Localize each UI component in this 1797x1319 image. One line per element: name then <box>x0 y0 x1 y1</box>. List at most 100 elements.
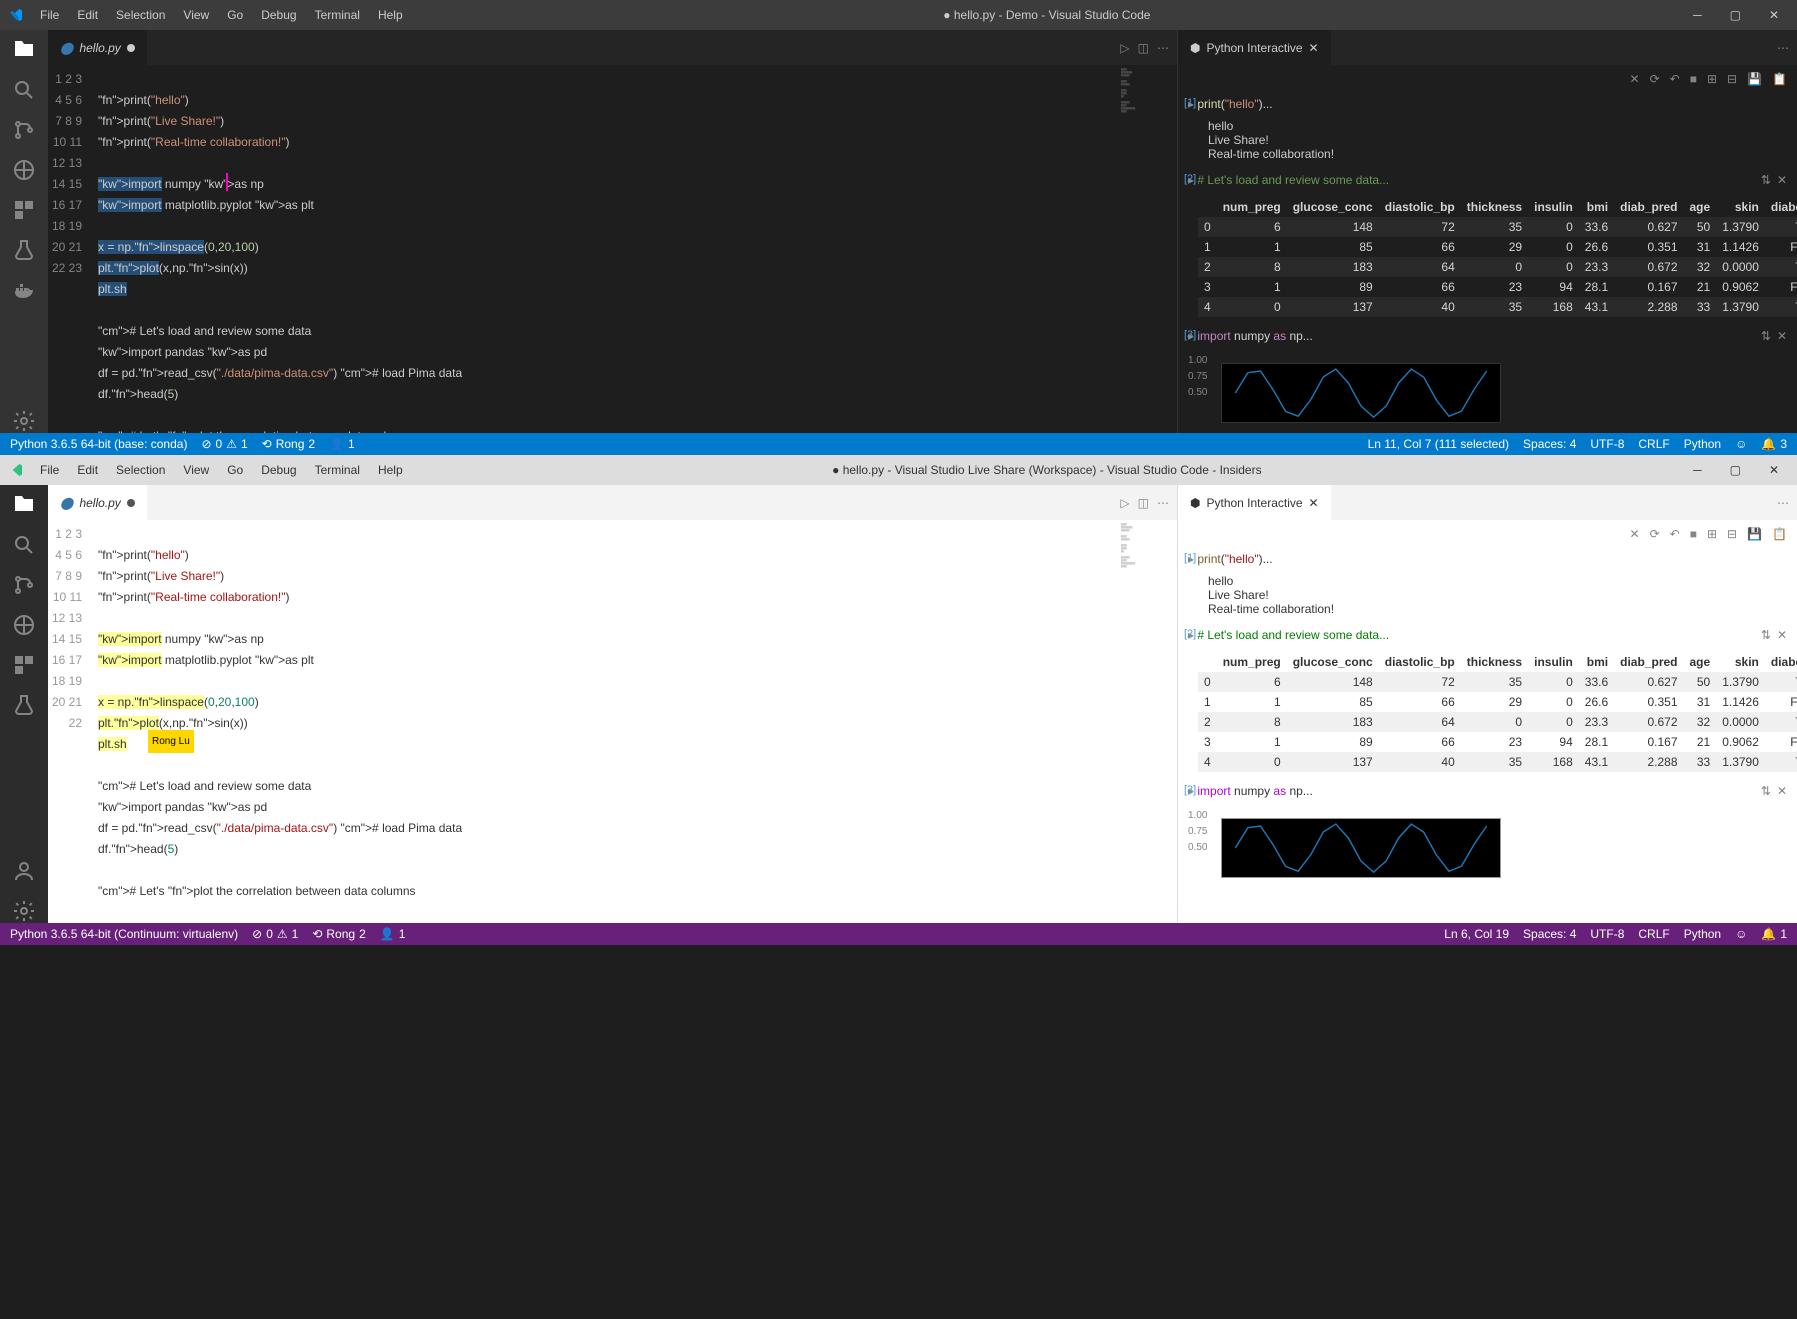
docker-icon[interactable] <box>12 278 36 302</box>
close-button[interactable]: ✕ <box>1759 459 1789 481</box>
extensions-icon[interactable] <box>12 198 36 222</box>
status-participants[interactable]: 👤 1 <box>380 927 406 941</box>
status-spaces[interactable]: Spaces: 4 <box>1523 927 1576 941</box>
status-cursor[interactable]: Ln 11, Col 7 (111 selected) <box>1368 437 1509 451</box>
search-icon[interactable] <box>12 533 36 557</box>
minimize-button[interactable]: ─ <box>1683 4 1712 26</box>
run-cell-icon[interactable]: ▷ <box>1120 496 1129 510</box>
code-editor[interactable]: 1 2 3 4 5 6 7 8 9 10 11 12 13 14 15 16 1… <box>48 520 1177 923</box>
tab-hello-py[interactable]: ⬤ hello.py <box>48 30 147 65</box>
minimap[interactable]: ████████████████████████████████████████… <box>1117 65 1177 433</box>
menu-go[interactable]: Go <box>219 4 251 26</box>
settings-icon[interactable] <box>12 899 36 923</box>
status-feedback-icon[interactable]: ☺ <box>1735 927 1747 941</box>
status-encoding[interactable]: UTF-8 <box>1590 437 1624 451</box>
interactive-body[interactable]: [1]▸ print("hello")...hello Live Share! … <box>1178 548 1797 923</box>
more-icon[interactable]: ⋯ <box>1157 496 1169 510</box>
code-content[interactable]: "fn">print("hello") "fn">print("Live Sha… <box>98 520 1117 923</box>
menu-debug[interactable]: Debug <box>253 459 304 481</box>
restart-icon[interactable]: ⟳ <box>1650 527 1660 541</box>
maximize-button[interactable]: ▢ <box>1720 459 1751 481</box>
explorer-icon[interactable] <box>12 38 36 62</box>
tab-python-interactive[interactable]: ⬢ Python Interactive ✕ <box>1178 485 1331 520</box>
code-content[interactable]: "fn">print("hello") "fn">print("Live Sha… <box>98 65 1117 433</box>
expand-icon[interactable]: ⊞ <box>1707 72 1717 86</box>
cancel-icon[interactable]: ✕ <box>1630 72 1640 86</box>
status-participants[interactable]: 👤 1 <box>329 437 355 451</box>
extensions-icon[interactable] <box>12 653 36 677</box>
tab-hello-py[interactable]: ⬤ hello.py <box>48 485 147 520</box>
accounts-icon[interactable] <box>12 859 36 883</box>
save-icon[interactable]: 💾 <box>1747 72 1762 86</box>
close-tab-icon[interactable]: ✕ <box>1309 496 1319 510</box>
menu-debug[interactable]: Debug <box>253 4 304 26</box>
editor-tabs: ⬤ hello.py ▷ ◫ ⋯ <box>48 485 1177 520</box>
export-icon[interactable]: 📋 <box>1772 527 1787 541</box>
more-icon[interactable]: ⋯ <box>1777 41 1789 55</box>
status-feedback-icon[interactable]: ☺ <box>1735 437 1747 451</box>
menu-edit[interactable]: Edit <box>69 459 106 481</box>
interrupt-icon[interactable]: ■ <box>1690 527 1697 541</box>
status-eol[interactable]: CRLF <box>1638 437 1669 451</box>
menu-terminal[interactable]: Terminal <box>307 459 368 481</box>
minimize-button[interactable]: ─ <box>1683 459 1712 481</box>
settings-icon[interactable] <box>12 409 36 433</box>
code-editor[interactable]: 1 2 3 4 5 6 7 8 9 10 11 12 13 14 15 16 1… <box>48 65 1177 433</box>
status-cursor[interactable]: Ln 6, Col 19 <box>1444 927 1509 941</box>
status-problems[interactable]: ⊘ 0 ⚠ 1 <box>201 437 247 451</box>
status-lang[interactable]: Python <box>1684 437 1721 451</box>
undo-icon[interactable]: ↶ <box>1670 72 1680 86</box>
test-icon[interactable] <box>12 693 36 717</box>
menu-help[interactable]: Help <box>370 4 411 26</box>
collapse-icon[interactable]: ⊟ <box>1727 72 1737 86</box>
expand-icon[interactable]: ⊞ <box>1707 527 1717 541</box>
status-spaces[interactable]: Spaces: 4 <box>1523 437 1576 451</box>
status-liveshare[interactable]: ⟲ Rong 2 <box>312 927 365 941</box>
menu-terminal[interactable]: Terminal <box>307 4 368 26</box>
interactive-body[interactable]: [1]▸ print("hello")...hello Live Share! … <box>1178 93 1797 433</box>
menu-selection[interactable]: Selection <box>108 459 173 481</box>
status-bell-icon[interactable]: 🔔 1 <box>1761 927 1787 941</box>
more-icon[interactable]: ⋯ <box>1777 496 1789 510</box>
split-editor-icon[interactable]: ◫ <box>1138 496 1149 510</box>
status-bell-icon[interactable]: 🔔 3 <box>1761 437 1787 451</box>
restart-icon[interactable]: ⟳ <box>1650 72 1660 86</box>
status-python[interactable]: Python 3.6.5 64-bit (Continuum: virtuale… <box>10 927 238 941</box>
minimap[interactable]: ████████████████████████████████████████… <box>1117 520 1177 923</box>
menu-file[interactable]: File <box>32 459 67 481</box>
source-control-icon[interactable] <box>12 573 36 597</box>
undo-icon[interactable]: ↶ <box>1670 527 1680 541</box>
maximize-button[interactable]: ▢ <box>1720 4 1751 26</box>
menu-go[interactable]: Go <box>219 459 251 481</box>
status-eol[interactable]: CRLF <box>1638 927 1669 941</box>
menu-help[interactable]: Help <box>370 459 411 481</box>
collapse-icon[interactable]: ⊟ <box>1727 527 1737 541</box>
menu-file[interactable]: File <box>32 4 67 26</box>
liveshare-icon[interactable] <box>12 158 36 182</box>
more-icon[interactable]: ⋯ <box>1157 41 1169 55</box>
export-icon[interactable]: 📋 <box>1772 72 1787 86</box>
cancel-icon[interactable]: ✕ <box>1630 527 1640 541</box>
source-control-icon[interactable] <box>12 118 36 142</box>
interrupt-icon[interactable]: ■ <box>1690 72 1697 86</box>
window-body: ⬤ hello.py ▷ ◫ ⋯ 1 2 3 4 5 6 7 8 9 10 11… <box>0 485 1797 923</box>
status-python[interactable]: Python 3.6.5 64-bit (base: conda) <box>10 437 187 451</box>
menu-view[interactable]: View <box>175 459 217 481</box>
search-icon[interactable] <box>12 78 36 102</box>
menu-view[interactable]: View <box>175 4 217 26</box>
status-problems[interactable]: ⊘ 0 ⚠ 1 <box>252 927 298 941</box>
liveshare-icon[interactable] <box>12 613 36 637</box>
test-icon[interactable] <box>12 238 36 262</box>
tab-python-interactive[interactable]: ⬢ Python Interactive ✕ <box>1178 30 1331 65</box>
run-cell-icon[interactable]: ▷ <box>1120 41 1129 55</box>
save-icon[interactable]: 💾 <box>1747 527 1762 541</box>
explorer-icon[interactable] <box>12 493 36 517</box>
split-editor-icon[interactable]: ◫ <box>1138 41 1149 55</box>
status-encoding[interactable]: UTF-8 <box>1590 927 1624 941</box>
close-button[interactable]: ✕ <box>1759 4 1789 26</box>
menu-selection[interactable]: Selection <box>108 4 173 26</box>
status-liveshare[interactable]: ⟲ Rong 2 <box>262 437 315 451</box>
status-lang[interactable]: Python <box>1684 927 1721 941</box>
menu-edit[interactable]: Edit <box>69 4 106 26</box>
close-tab-icon[interactable]: ✕ <box>1309 41 1319 55</box>
